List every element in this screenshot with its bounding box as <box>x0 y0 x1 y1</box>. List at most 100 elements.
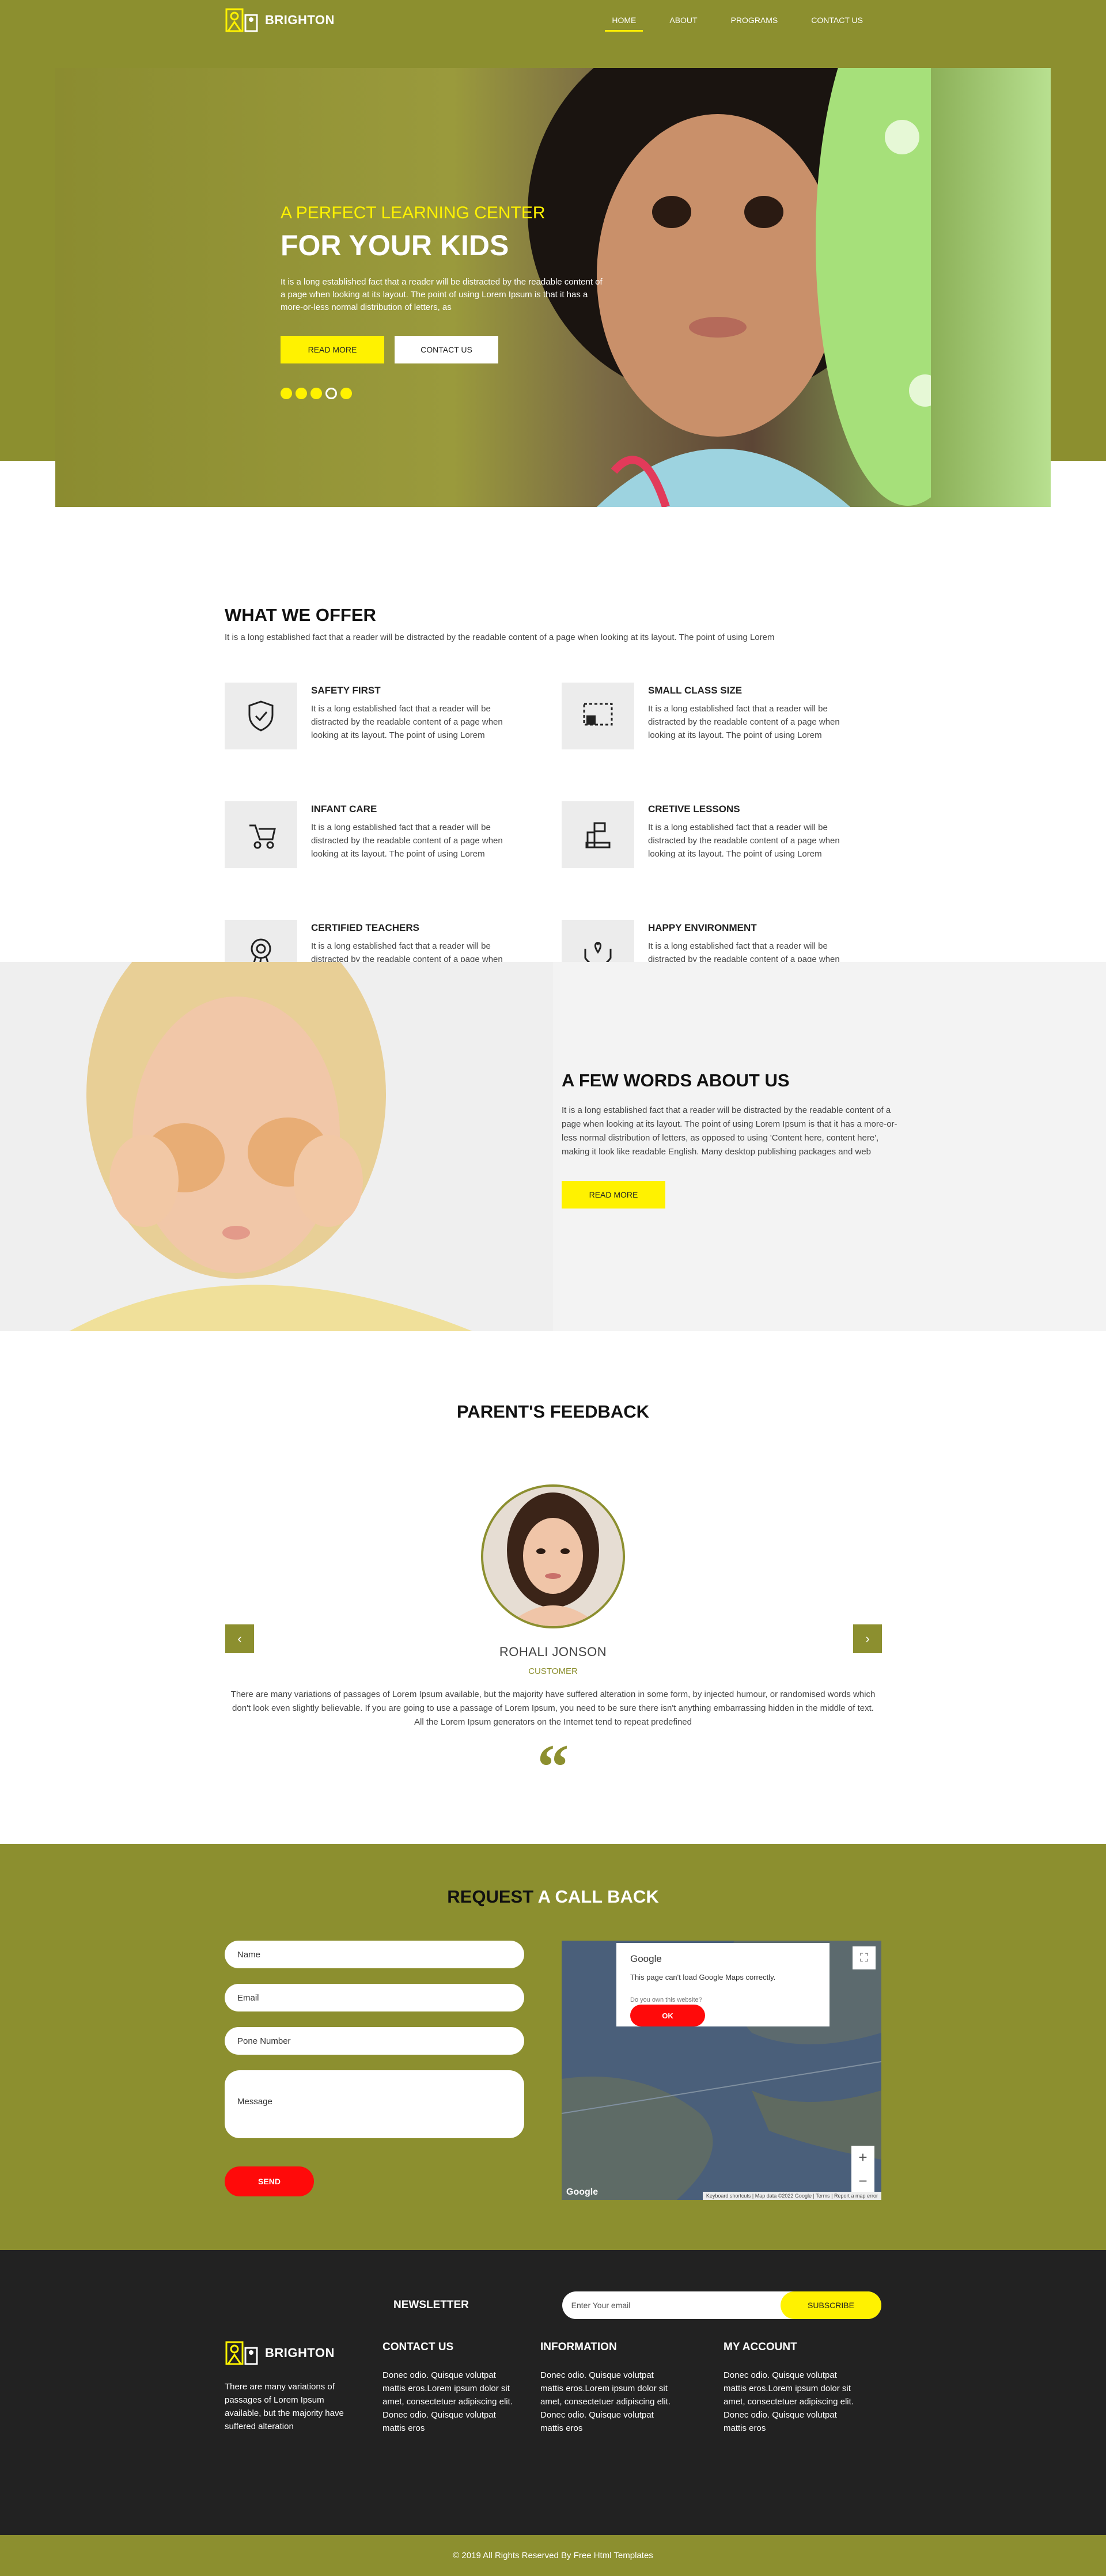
message-field[interactable] <box>225 2070 524 2138</box>
hero-title: FOR YOUR KIDS <box>281 229 509 262</box>
whiteboard-icon <box>562 683 634 749</box>
slider-dots <box>281 388 603 399</box>
footer-logo[interactable]: BRIGHTON <box>225 2340 382 2366</box>
offer-item-text: It is a long established fact that a rea… <box>648 823 840 859</box>
footer-info-text: Donec odio. Quisque volutpat mattis eros… <box>540 2370 671 2433</box>
offer-item-text: It is a long established fact that a rea… <box>311 704 503 740</box>
newsletter-title: NEWSLETTER <box>393 2299 469 2311</box>
hero-contact-button[interactable]: CONTACT US <box>395 336 498 363</box>
footer-info-title: INFORMATION <box>540 2341 617 2353</box>
stroller-icon <box>225 801 297 868</box>
next-arrow-icon[interactable]: › <box>853 1624 882 1653</box>
zoom-in-icon[interactable]: + <box>851 2146 874 2169</box>
lessons-icon <box>562 801 634 868</box>
about-content: A FEW WORDS ABOUT US It is a long establ… <box>562 1070 907 1209</box>
footer-information: INFORMATION Donec odio. Quisque volutpat… <box>540 2326 724 2435</box>
offer-item: SMALL CLASS SIZE It is a long established… <box>562 683 881 749</box>
newsletter-form: Enter Your email SUBSCRIBE <box>562 2291 881 2319</box>
fullscreen-icon[interactable]: ⛶ <box>853 1946 876 1969</box>
footer-brand: BRIGHTON There are many variations of pa… <box>225 2326 382 2435</box>
slider-dot-active[interactable] <box>325 388 337 399</box>
quote-icon: “ <box>537 1732 569 1802</box>
logo-icon <box>225 2341 258 2365</box>
email-field[interactable] <box>225 1984 524 2011</box>
footer-brand-text: There are many variations of passages of… <box>225 2382 344 2431</box>
hero-text: It is a long established fact that a rea… <box>281 277 603 312</box>
offer-item-title: HAPPY ENVIRONMENT <box>648 922 757 933</box>
slider-dot[interactable] <box>310 388 322 399</box>
offer-subtitle: It is a long established fact that a rea… <box>225 632 775 642</box>
prev-arrow-icon[interactable]: ‹ <box>225 1624 254 1653</box>
offer-item-text: It is a long established fact that a rea… <box>311 823 503 859</box>
map-dialog-google: Google <box>630 1953 662 1964</box>
map-footer[interactable]: Keyboard shortcuts | Map data ©2022 Goog… <box>702 2192 881 2200</box>
slider-dot[interactable] <box>296 388 307 399</box>
zoom-out-icon[interactable]: − <box>851 2169 874 2193</box>
feedback-title: PARENT'S FEEDBACK <box>456 1401 650 1422</box>
slider-dot[interactable] <box>281 388 292 399</box>
footer-contact-text: Donec odio. Quisque volutpat mattis eros… <box>382 2370 513 2433</box>
callback-title-a: REQUEST <box>447 1886 534 1907</box>
offer-item-title: CERTIFIED TEACHERS <box>311 922 419 933</box>
footer-account: MY ACCOUNT Donec odio. Quisque volutpat … <box>724 2326 881 2435</box>
logo-icon <box>225 8 258 32</box>
feedback-section: PARENT'S FEEDBACK ROHALI JONSON CUSTOMER… <box>0 1331 1106 1844</box>
map-dialog-text: This page can't load Google Maps correct… <box>630 1973 776 1982</box>
offer-item-title: INFANT CARE <box>311 804 377 815</box>
nav-programs[interactable]: PROGRAMS <box>731 12 778 28</box>
map-ok-button[interactable]: OK <box>630 2005 705 2026</box>
footer-contact-title: CONTACT US <box>382 2341 454 2353</box>
hero-read-more-button[interactable]: READ MORE <box>281 336 384 363</box>
offer-title: WHAT WE OFFER <box>225 605 376 625</box>
callback-section: REQUEST A CALL BACK SEND Google This pag… <box>0 1844 1106 2250</box>
offer-item-title: CRETIVE LESSONS <box>648 804 740 815</box>
copyright: © 2019 All Rights Reserved By Free Html … <box>0 2535 1106 2576</box>
about-title: A FEW WORDS ABOUT US <box>562 1070 790 1090</box>
logo-text: BRIGHTON <box>265 13 335 27</box>
name-field[interactable] <box>225 1941 524 1968</box>
newsletter-email-input[interactable]: Enter Your email <box>571 2301 631 2310</box>
map-google-logo: Google <box>566 2187 599 2197</box>
feedback-text: There are many variations of passages of… <box>230 1689 876 1727</box>
map[interactable]: Google This page can't load Google Maps … <box>562 1941 881 2200</box>
shield-icon <box>225 683 297 749</box>
nav-contact[interactable]: CONTACT US <box>811 12 863 28</box>
feedback-role: CUSTOMER <box>528 1666 578 1676</box>
offer-item-text: It is a long established fact that a rea… <box>648 704 840 740</box>
phone-field[interactable] <box>225 2027 524 2055</box>
footer: NEWSLETTER Enter Your email SUBSCRIBE BR… <box>0 2250 1106 2535</box>
nav-home[interactable]: HOME <box>605 12 643 32</box>
subscribe-button[interactable]: SUBSCRIBE <box>781 2291 881 2319</box>
callback-form: SEND <box>225 1941 524 2200</box>
hero-content: A PERFECT LEARNING CENTER FOR YOUR KIDS … <box>281 203 603 399</box>
about-read-more-button[interactable]: READ MORE <box>562 1181 665 1209</box>
main-nav: HOME ABOUT PROGRAMS CONTACT US <box>605 12 863 32</box>
offer-item: INFANT CARE It is a long established fact… <box>225 801 562 868</box>
offer-section: WHAT WE OFFER It is a long established f… <box>0 461 1106 987</box>
hero-slider: A PERFECT LEARNING CENTER FOR YOUR KIDS … <box>55 68 1051 507</box>
site-header: BRIGHTON HOME ABOUT PROGRAMS CONTACT US <box>0 0 1106 40</box>
offer-item-title: SAFETY FIRST <box>311 685 381 696</box>
send-button[interactable]: SEND <box>225 2166 314 2196</box>
footer-account-title: MY ACCOUNT <box>724 2341 797 2353</box>
map-error-dialog: Google This page can't load Google Maps … <box>616 1943 830 2026</box>
offer-item: CRETIVE LESSONS It is a long established … <box>562 801 881 868</box>
about-section: A FEW WORDS ABOUT US It is a long establ… <box>0 962 1106 1331</box>
footer-logo-text: BRIGHTON <box>265 2346 335 2360</box>
logo[interactable]: BRIGHTON <box>225 7 335 33</box>
footer-contact: CONTACT US Donec odio. Quisque volutpat … <box>382 2326 540 2435</box>
avatar <box>481 1484 625 1628</box>
callback-title-b: A CALL BACK <box>537 1886 659 1907</box>
feedback-name: ROHALI JONSON <box>499 1645 607 1659</box>
footer-account-text: Donec odio. Quisque volutpat mattis eros… <box>724 2370 854 2433</box>
map-dialog-question[interactable]: Do you own this website? <box>630 1997 745 2003</box>
offer-item-title: SMALL CLASS SIZE <box>648 685 743 696</box>
callback-title: REQUEST A CALL BACK <box>0 1844 1106 1907</box>
hero-subtitle: A PERFECT LEARNING CENTER <box>281 203 546 222</box>
girl-with-eggs-image <box>0 962 553 1331</box>
zoom-control: + − <box>851 2146 874 2193</box>
slider-dot[interactable] <box>340 388 352 399</box>
nav-about[interactable]: ABOUT <box>669 12 697 28</box>
about-text: It is a long established fact that a rea… <box>562 1105 897 1157</box>
offer-item: SAFETY FIRST It is a long established fac… <box>225 683 562 749</box>
